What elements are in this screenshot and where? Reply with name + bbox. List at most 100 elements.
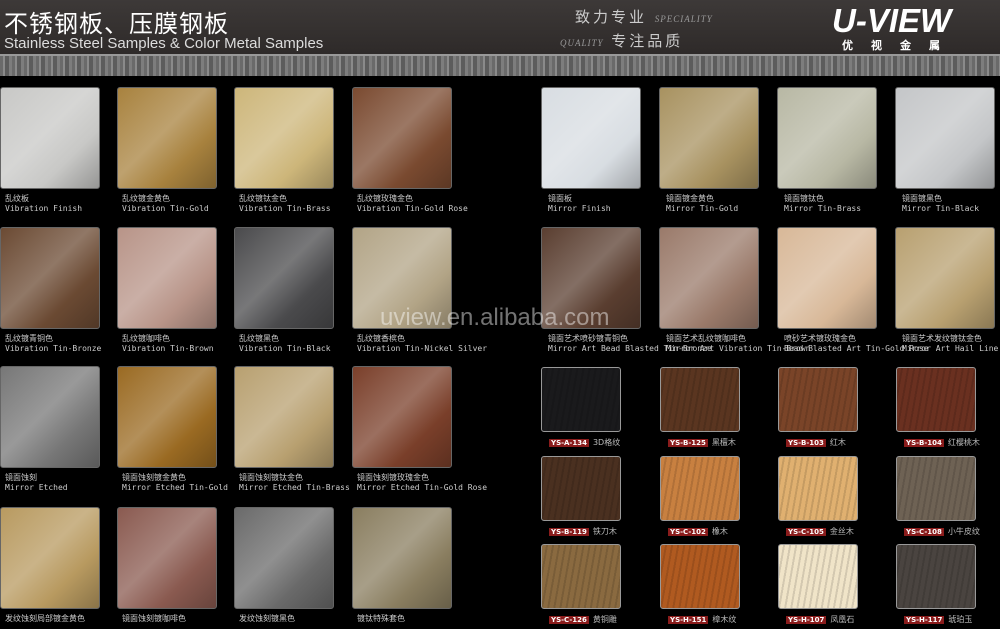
sample-swatch[interactable] (117, 87, 217, 189)
wood-swatch[interactable] (896, 544, 976, 609)
sample-caption: 镀钛特殊套色 (357, 614, 405, 624)
wood-swatch[interactable] (896, 456, 976, 521)
caption-en: Mirror Etched Tin-Gold (122, 483, 228, 492)
sample-caption: 镜面镀黑色 Mirror Tin-Black (902, 194, 979, 214)
caption-en: Mirror Finish (548, 204, 611, 213)
watermark: uview.en.alibaba.com (380, 304, 610, 331)
slogan-1-cn: 致力专业 (575, 8, 648, 26)
sample-swatch[interactable] (117, 366, 217, 468)
caption-en: Mirror Etched (5, 483, 68, 492)
slogan-2-en: QUALITY (560, 38, 604, 48)
product-name: 铁刀木 (592, 527, 617, 536)
caption-cn: 乱纹镀青铜色 (5, 334, 53, 343)
product-name: 凤凰石 (830, 615, 855, 624)
wood-swatch[interactable] (778, 544, 858, 609)
caption-en: Mirror Tin-Gold (666, 204, 739, 213)
wood-caption: YS-B-125 黑檀木 (668, 437, 736, 448)
wood-swatch[interactable] (541, 456, 621, 521)
sample-caption: 乱纹镀玫瑰金色 Vibration Tin-Gold Rose (357, 194, 468, 214)
sample-swatch[interactable] (234, 227, 334, 329)
caption-cn: 发纹蚀刻镀黑色 (239, 614, 295, 623)
sample-swatch[interactable] (352, 507, 452, 609)
wood-caption: YS-H-117 琥珀玉 (904, 614, 972, 625)
brushed-metal-band (0, 54, 1000, 76)
product-code: YS-H-117 (904, 616, 945, 624)
wood-swatch[interactable] (660, 544, 740, 609)
product-name: 红木 (829, 438, 846, 447)
sample-caption: 镜面蚀刻镀钛金色 Mirror Etched Tin-Brass (239, 473, 350, 493)
sample-swatch[interactable] (541, 87, 641, 189)
sample-caption: 乱纹镀咖啡色 Vibration Tin-Brown (122, 334, 214, 354)
sample-caption: 乱纹镀青铜色 Vibration Tin-Bronze (5, 334, 101, 354)
caption-en: Vibration Tin-Gold Rose (357, 204, 468, 213)
wood-caption: YS-H-107 凤凰石 (786, 614, 854, 625)
sample-caption: 镜面蚀刻镀咖啡色 (122, 614, 186, 624)
brand-logo-cn: 优视金属 (842, 39, 958, 52)
sample-swatch[interactable] (0, 87, 100, 189)
wood-swatch[interactable] (660, 367, 740, 432)
sample-caption: 镜面蚀刻镀玫瑰金色 Mirror Etched Tin-Gold Rose (357, 473, 487, 493)
sample-swatch[interactable] (895, 227, 995, 329)
sample-swatch[interactable] (895, 87, 995, 189)
wood-swatch[interactable] (778, 367, 858, 432)
product-name: 琥珀玉 (948, 615, 973, 624)
caption-cn: 镜面艺术发纹镀钛金色 (902, 334, 982, 343)
caption-cn: 镜面镀钛色 (784, 194, 824, 203)
brand-logo: U-VIEW (832, 2, 952, 39)
title-cn: 不锈钢板、压膜钢板 (4, 10, 229, 38)
sample-swatch[interactable] (0, 227, 100, 329)
caption-en: Mirror Art Hail Line Tin-Brass (902, 344, 1000, 353)
wood-caption: YS-C-105 金丝木 (786, 526, 854, 537)
sample-caption: 镜面镀金黄色 Mirror Tin-Gold (666, 194, 738, 214)
caption-en: Vibration Tin-Bronze (5, 344, 102, 353)
sample-swatch[interactable] (659, 227, 759, 329)
sample-swatch[interactable] (352, 366, 452, 468)
sample-swatch[interactable] (234, 366, 334, 468)
product-name: 小牛皮纹 (947, 527, 980, 536)
caption-cn: 镀钛特殊套色 (357, 614, 405, 623)
sample-swatch[interactable] (659, 87, 759, 189)
sample-swatch[interactable] (0, 366, 100, 468)
caption-en: Vibration Tin-Nickel Silver (357, 344, 488, 353)
catalog-header: 不锈钢板、压膜钢板 Stainless Steel Samples & Colo… (0, 0, 1000, 54)
product-name: 樟木纹 (712, 615, 737, 624)
sample-swatch[interactable] (117, 227, 217, 329)
wood-swatch[interactable] (896, 367, 976, 432)
caption-en: Vibration Tin-Gold (122, 204, 209, 213)
wood-swatch[interactable] (660, 456, 740, 521)
title-en: Stainless Steel Samples & Color Metal Sa… (4, 35, 324, 52)
caption-cn: 镜面蚀刻镀咖啡色 (122, 614, 186, 623)
slogan-1: 致力专业 SPECIALITY (575, 6, 713, 27)
sample-swatch[interactable] (352, 87, 452, 189)
caption-en: Mirror Tin-Black (902, 204, 980, 213)
caption-cn: 镜面蚀刻镀玫瑰金色 (357, 473, 429, 482)
sample-caption: 乱纹镀香槟色 Vibration Tin-Nickel Silver (357, 334, 487, 354)
wood-caption: YS-B-104 红樱桃木 (904, 437, 980, 448)
sample-swatch[interactable] (234, 507, 334, 609)
wood-swatch[interactable] (541, 544, 621, 609)
caption-cn: 镜面蚀刻镀钛金色 (239, 473, 303, 482)
caption-cn: 镜面镀金黄色 (666, 194, 714, 203)
caption-cn: 镜面蚀刻镀金黄色 (122, 473, 186, 482)
wood-swatch[interactable] (778, 456, 858, 521)
sample-swatch[interactable] (777, 87, 877, 189)
wood-caption: YS-A-134 3D格纹 (549, 437, 620, 448)
sample-swatch[interactable] (777, 227, 877, 329)
slogan-1-en: SPECIALITY (654, 14, 713, 24)
product-code: YS-B-125 (668, 439, 708, 447)
caption-cn: 乱纹镀钛金色 (239, 194, 287, 203)
sample-caption: 镜面艺术发纹镀钛金色Mirror Art Hail Line Tin-Brass (902, 334, 1000, 354)
caption-en: Vibration Finish (5, 204, 83, 213)
wood-caption: YS-C-126 黄铜雕 (549, 614, 617, 625)
sample-swatch[interactable] (117, 507, 217, 609)
sample-swatch[interactable] (0, 507, 100, 609)
wood-caption: YS-C-102 橡木 (668, 526, 728, 537)
product-code: YS-C-102 (668, 528, 708, 536)
caption-cn: 乱纹镀玫瑰金色 (357, 194, 413, 203)
wood-swatch[interactable] (541, 367, 621, 432)
product-code: YS-H-107 (786, 616, 827, 624)
caption-cn: 镜面板 (548, 194, 572, 203)
sample-swatch[interactable] (234, 87, 334, 189)
slogan-2: QUALITY 专注品质 (560, 30, 683, 51)
product-code: YS-C-108 (904, 528, 944, 536)
